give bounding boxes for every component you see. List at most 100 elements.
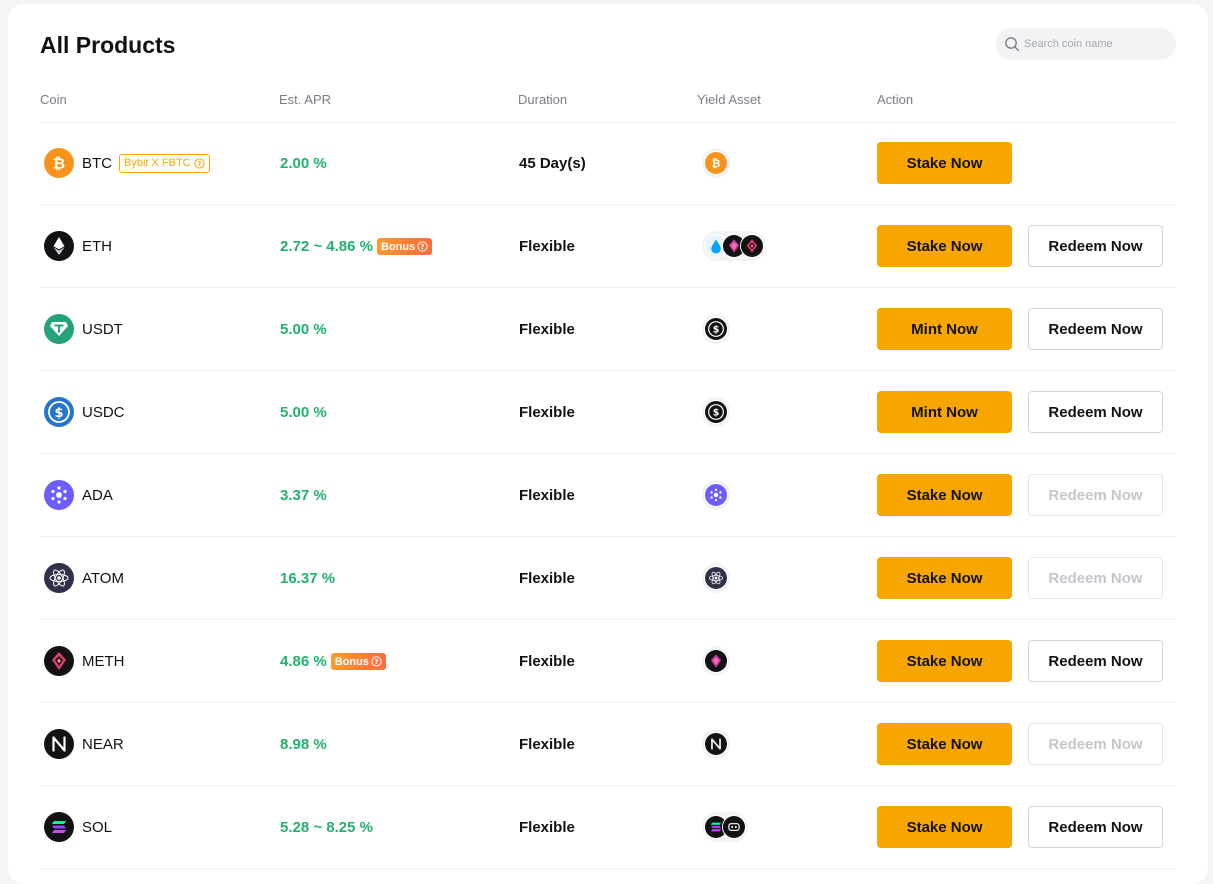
near-icon bbox=[704, 732, 728, 756]
stake-now-button[interactable]: Stake Now bbox=[877, 723, 1012, 765]
apr-value: 2.00 % bbox=[280, 155, 327, 172]
apr-value: 5.00 % bbox=[280, 321, 327, 338]
apr-cell: 5.28 ~ 8.25 % bbox=[280, 819, 373, 836]
sol-icon bbox=[44, 812, 74, 842]
apr-value: 4.86 % bbox=[280, 653, 327, 670]
coin-name: ETH bbox=[82, 238, 112, 255]
mint-now-button[interactable]: Mint Now bbox=[877, 308, 1012, 350]
bonus-label: Bonus bbox=[334, 655, 369, 668]
usdc-icon: $ bbox=[44, 397, 74, 427]
btc-icon: ₿ bbox=[704, 151, 728, 175]
search-input[interactable] bbox=[1024, 38, 1164, 50]
stake-now-button[interactable]: Stake Now bbox=[877, 640, 1012, 682]
svg-text:?: ? bbox=[374, 658, 378, 666]
ada-icon bbox=[44, 480, 74, 510]
table-row: SOL 5.28 ~ 8.25 % Flexible Stake Now Redeem … bbox=[40, 786, 1176, 869]
duration-value: Flexible bbox=[519, 819, 575, 836]
apr-cell: 2.00 % bbox=[280, 155, 327, 172]
partner-tag-label: Bybit X FBTC bbox=[124, 157, 191, 169]
usde-icon: $ bbox=[704, 400, 728, 424]
column-header-action: Action bbox=[877, 92, 914, 107]
products-card: All Products Coin Est. APR Duration Yiel… bbox=[8, 4, 1208, 884]
redeem-now-button: Redeem Now bbox=[1028, 474, 1163, 516]
near-icon bbox=[44, 729, 74, 759]
ada-icon bbox=[704, 483, 728, 507]
usde-icon: $ bbox=[704, 317, 728, 341]
coin-name: BTC bbox=[82, 155, 112, 172]
yield-asset-icons bbox=[702, 729, 730, 759]
apr-cell: 5.00 % bbox=[280, 321, 327, 338]
apr-value: 2.72 ~ 4.86 % bbox=[280, 238, 373, 255]
table-row: ATOM 16.37 % Flexible Stake Now Redeem Now bbox=[40, 537, 1176, 620]
apr-cell: 4.86 % Bonus? bbox=[280, 653, 386, 670]
stake-now-button[interactable]: Stake Now bbox=[877, 474, 1012, 516]
info-icon[interactable]: ? bbox=[194, 158, 205, 169]
eth-icon bbox=[44, 231, 74, 261]
info-icon[interactable]: ? bbox=[371, 656, 382, 667]
column-header-duration: Duration bbox=[518, 92, 568, 107]
column-header-apr: Est. APR bbox=[279, 92, 332, 107]
apr-value: 5.00 % bbox=[280, 404, 327, 421]
coin-name: ADA bbox=[82, 487, 113, 504]
info-icon[interactable]: ? bbox=[417, 241, 428, 252]
redeem-now-button[interactable]: Redeem Now bbox=[1028, 806, 1163, 848]
redeem-now-button[interactable]: Redeem Now bbox=[1028, 391, 1163, 433]
page-title: All Products bbox=[40, 32, 176, 58]
duration-value: Flexible bbox=[519, 404, 575, 421]
table-row: ADA 3.37 % Flexible Stake Now Redeem Now bbox=[40, 454, 1176, 537]
apr-cell: 3.37 % bbox=[280, 487, 327, 504]
duration-value: 45 Day(s) bbox=[519, 155, 586, 172]
svg-text:?: ? bbox=[421, 243, 425, 251]
search-icon bbox=[1005, 37, 1019, 51]
stake-now-button[interactable]: Stake Now bbox=[877, 806, 1012, 848]
table-header: Coin Est. APR Duration Yield Asset Actio… bbox=[40, 88, 1176, 123]
meth-icon bbox=[44, 646, 74, 676]
bonus-badge[interactable]: Bonus? bbox=[330, 653, 386, 670]
coin-name: USDT bbox=[82, 321, 123, 338]
table-row: METH 4.86 % Bonus? Flexible Stake Now Redeem … bbox=[40, 620, 1176, 703]
table-row: ETH 2.72 ~ 4.86 % Bonus? Flexible Stake Now R… bbox=[40, 205, 1176, 288]
stake-now-button[interactable]: Stake Now bbox=[877, 557, 1012, 599]
redeem-now-button[interactable]: Redeem Now bbox=[1028, 225, 1163, 267]
yield-asset-icons: ₿ bbox=[702, 148, 730, 178]
mint-now-button[interactable]: Mint Now bbox=[877, 391, 1012, 433]
partner-tag[interactable]: Bybit X FBTC? bbox=[119, 154, 210, 173]
apr-value: 5.28 ~ 8.25 % bbox=[280, 819, 373, 836]
table-row: $ USDC 5.00 % Flexible $ Mint Now Redeem Now bbox=[40, 371, 1176, 454]
apr-value: 3.37 % bbox=[280, 487, 327, 504]
search-box[interactable] bbox=[996, 28, 1176, 60]
apr-cell: 16.37 % bbox=[280, 570, 335, 587]
column-header-coin: Coin bbox=[40, 92, 67, 107]
btc-icon: ₿ bbox=[44, 148, 74, 178]
duration-value: Flexible bbox=[519, 238, 575, 255]
stake-now-button[interactable]: Stake Now bbox=[877, 142, 1012, 184]
svg-text:₿: ₿ bbox=[53, 155, 65, 173]
usdt-icon bbox=[44, 314, 74, 344]
bonus-label: Bonus bbox=[381, 240, 416, 253]
redeem-now-button[interactable]: Redeem Now bbox=[1028, 308, 1163, 350]
yield-asset-icons bbox=[702, 646, 730, 676]
duration-value: Flexible bbox=[519, 487, 575, 504]
table-row: USDT 5.00 % Flexible $ Mint Now Redeem Now bbox=[40, 288, 1176, 371]
duration-value: Flexible bbox=[519, 321, 575, 338]
duration-value: Flexible bbox=[519, 570, 575, 587]
svg-text:?: ? bbox=[197, 160, 201, 168]
stake-now-button[interactable]: Stake Now bbox=[877, 225, 1012, 267]
bbsol-icon bbox=[722, 815, 746, 839]
coin-name: SOL bbox=[82, 819, 113, 836]
redeem-now-button: Redeem Now bbox=[1028, 557, 1163, 599]
apr-cell: 8.98 % bbox=[280, 736, 327, 753]
coin-name: METH bbox=[82, 653, 125, 670]
redeem-now-button[interactable]: Redeem Now bbox=[1028, 640, 1163, 682]
redeem-now-button: Redeem Now bbox=[1028, 723, 1163, 765]
products-table: ₿ BTC Bybit X FBTC? 2.00 % 45 Day(s) ₿ Stake N… bbox=[40, 122, 1176, 869]
meth-icon bbox=[740, 234, 764, 258]
svg-text:₿: ₿ bbox=[712, 157, 721, 170]
svg-text:$: $ bbox=[54, 406, 63, 421]
apr-cell: 5.00 % bbox=[280, 404, 327, 421]
yield-asset-icons bbox=[702, 563, 730, 593]
svg-text:$: $ bbox=[713, 408, 720, 419]
apr-value: 16.37 % bbox=[280, 570, 336, 587]
duration-value: Flexible bbox=[519, 653, 575, 670]
bonus-badge[interactable]: Bonus? bbox=[377, 238, 433, 255]
